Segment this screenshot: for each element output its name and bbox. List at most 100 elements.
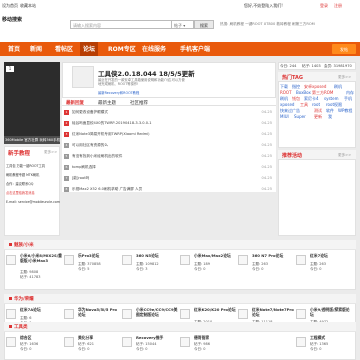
forum-card[interactable]: 360 N7 Pro论坛 主题: 263 今日: 0 [236,252,294,284]
newbie-link[interactable]: 刷机教程专题 [6,173,25,177]
recommend-more-link[interactable]: 更多>> [338,153,351,158]
item-title[interactable]: 硅谷吗面显绞4X0的TWRP-20190418-3.3.0.0-1 [72,121,152,126]
forum-name[interactable]: 红米7论坛 [310,253,352,259]
section-title: 工具类 [14,325,28,330]
forum-name[interactable]: 工程模式 [310,335,352,341]
set-home-link[interactable]: 设为首页 [2,3,18,9]
list-item[interactable]: 1 如何更改设备护眼模式 04-25 [64,108,274,119]
item-title[interactable]: 乐视Max2 X52 6.0刷机求助 广告满屏 人员 [72,187,142,192]
list-item[interactable]: 2 硅谷吗面显绞4X0的TWRP-20190418-3.3.0.0-1 04-25 [64,119,274,130]
tag[interactable]: MIUI [280,114,289,120]
forum-post: 今日: 0 [194,267,206,271]
banner-index[interactable]: 1 [6,66,14,72]
banner-caption[interactable]: 360Mobile 官方社群 玩转360手机 全网优惠 [4,136,60,144]
hot-word[interactable]: 救砖教程 [276,22,290,26]
newbie-link[interactable]: MTK刷机 [26,173,39,177]
site-logo[interactable]: 移动搜索 [2,16,22,23]
list-item[interactable]: 8 乐视Max2 X52 6.0刷机求助 广告满屏 人员 04-25 [64,185,274,196]
forum-name[interactable]: 360 N5论坛 [136,253,178,259]
tag[interactable]: 刷机 [334,84,342,90]
nav-forum[interactable]: 论坛 [80,42,99,56]
forum-card[interactable]: 工程模式 帖子: 1365 今日: 0 [294,334,352,358]
forum-name[interactable]: 小米Max/Max2论坛 [194,253,236,259]
nav-home[interactable]: 首页 [8,44,20,53]
item-title[interactable]: [能]root吗 [72,176,89,181]
tag[interactable]: 手机 [344,96,352,102]
hot-word[interactable]: 刷第三方ROM [292,22,315,26]
newbie-link[interactable]: 工具包 [6,164,16,168]
newbie-title: 新手教程 [8,151,31,157]
list-item[interactable]: 4 可以用社区有资源的么 04-25 [64,141,274,152]
forum-name[interactable]: 综合区 [20,335,62,341]
recommend-title: 推荐活动 [282,153,303,159]
rank-badge: 2 [64,121,69,126]
bookmark-link[interactable]: 收藏本站 [20,3,36,9]
forum-name[interactable]: 德哥管家 [194,335,236,341]
forum-name[interactable]: 美化分享 [78,335,120,341]
nav-rom[interactable]: ROM专区 [108,44,136,53]
forum-card[interactable]: 红米7论坛 主题: 263 今日: 0 [294,252,352,284]
forum-name[interactable]: 乐Pro3论坛 [78,253,120,259]
nav-client[interactable]: 手机客户端 [180,44,210,53]
forum-icon [296,337,306,347]
list-item[interactable]: 7 [能]root吗 04-25 [64,174,274,185]
list-item[interactable]: 6 tomp刷机选择 04-25 [64,163,274,174]
new-post-button[interactable]: 发帖 [332,44,356,54]
forum-name[interactable]: 华为Nova5/5i/5 Pro论坛 [78,307,120,318]
tag[interactable]: 工具 [300,102,308,108]
item-title[interactable]: 如何更改设备护眼模式 [72,110,108,115]
tag[interactable]: Super [294,114,306,120]
forum-icon [122,337,132,347]
forum-name[interactable]: 红米K20/K20 Pro论坛 [194,307,236,313]
search-input[interactable]: 请输入搜索内容 [70,20,172,29]
banner-image[interactable] [4,62,60,136]
item-title[interactable]: 红米Note3简易开机专用TWRP(Xiaomi Redmi) [72,132,150,137]
tag[interactable]: 我 [328,114,332,120]
hot-word[interactable]: 刷机教程 [230,22,244,26]
tag[interactable]: WP教程 [338,108,352,114]
newbie-link[interactable]: 合作：建议联系QQ [6,182,33,186]
item-title[interactable]: 有没有找到小米经刷机出的软件 [72,154,122,159]
forum-name[interactable]: 红米Note7/Note7Pro论坛 [252,307,294,318]
forum-name[interactable]: 红米7A论坛 [20,307,62,313]
item-title[interactable]: 可以用社区有资源的么 [72,143,108,148]
forum-name[interactable]: 360 N7 Pro论坛 [252,253,294,259]
featured-title[interactable]: 工具侠2.0.18.044 18/5/5更新 [98,68,195,78]
forum-card[interactable]: 美化分享 帖子: 621 今日: 0 [62,334,120,358]
search-type-select[interactable]: 帖子 ▾ [172,20,194,29]
forum-name[interactable]: 小米6/小米8/MIX2S/重版版/小米Max3 [20,253,62,264]
forum-card[interactable]: 乐Pro3论坛 主题: 370858 今日: 5 [62,252,120,284]
forum-card[interactable]: 德哥管家 帖子: 986 今日: 0 [178,334,236,358]
forum-card[interactable]: 360 N5论坛 主题: 109812 今日: 3 [120,252,178,284]
forum-icon [6,337,16,347]
tags-more-link[interactable]: 更多>> [338,75,351,80]
list-item[interactable]: 3 红米Note3简易开机专用TWRP(Xiaomi Redmi) 04-25 [64,130,274,141]
newbie-link[interactable]: 点击这里给我发消息 [6,191,35,195]
forum-name[interactable]: 小米9/透明版/探索版论坛 [310,307,352,318]
newbie-more-link[interactable]: 更多>> [44,150,57,155]
featured-link[interactable]: 最新Recovery和ROOT教程 [98,90,139,95]
forum-card[interactable]: 小米6/小米8/MIX2S/重版版/小米Max3 主题: 9808 帖子: 4178… [4,252,62,284]
forum-card[interactable]: 小米Max/Max2论坛 主题: 189 今日: 0 [178,252,236,284]
tag[interactable]: 更新 [314,114,322,120]
login-link[interactable]: 登录 [320,3,328,9]
list-item[interactable]: 5 有没有找到小米经刷机出的软件 04-25 [64,152,274,163]
forum-icon [180,337,190,347]
newbie-link[interactable]: 万能一键ROOT工具 [17,164,45,168]
register-link[interactable]: 注册 [334,3,342,9]
forum-name[interactable]: Recovery推手 [136,335,178,341]
hot-word[interactable]: 一键ROOT [245,22,263,26]
hot-word[interactable]: XT800 [264,22,275,26]
forum-icon [238,255,248,265]
nav-news[interactable]: 新闻 [30,44,42,53]
forum-card[interactable]: 综合区 帖子: 1636 今日: 0 [4,334,62,358]
forum-card[interactable]: Recovery推手 帖子: 15044 今日: 0 [120,334,178,358]
forum-name[interactable]: 小米CC9e/CC9/CC9美图定制版论坛 [136,307,178,318]
search-button[interactable]: 搜索 [194,20,214,29]
item-title[interactable]: tomp刷机选择 [72,165,96,170]
nav-online[interactable]: 在线服务 [142,44,166,53]
section-header: 工具类 [4,322,356,332]
nav-browse[interactable]: 看帖区 [55,44,73,53]
tool-logo-image[interactable] [72,66,94,88]
main-nav: 首页 新闻 看帖区 论坛 ROM专区 在线服务 手机客户端 [0,42,360,56]
